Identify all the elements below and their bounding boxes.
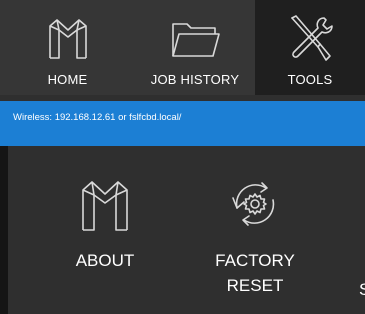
factory-reset-label-line1: FACTORY [215, 251, 295, 270]
nav-item-tools-label: TOOLS [287, 72, 333, 87]
nav-item-tools[interactable]: TOOLS [255, 0, 365, 95]
logo-icon [38, 12, 98, 62]
connection-status-bar: Wireless: 192.168.12.61 or fslfcbd.local… [0, 101, 365, 146]
panel-left-edge [0, 146, 8, 314]
app-window: HOME JOB HISTORY TOOLS Wireless: 192.168… [0, 0, 365, 314]
about-button[interactable]: ABOUT [40, 146, 170, 314]
factory-reset-button[interactable]: FACTORY RESET [190, 146, 320, 314]
nav-item-job-history-label: JOB HISTORY [150, 72, 240, 87]
nav-item-home-label: HOME [47, 72, 88, 87]
tools-panel: ABOUT FACTORY RESET [0, 146, 365, 314]
nav-item-home[interactable]: HOME [0, 0, 135, 95]
factory-reset-label: FACTORY RESET [190, 248, 320, 298]
logo-icon [70, 174, 140, 234]
top-nav: HOME JOB HISTORY TOOLS [0, 0, 365, 95]
folder-icon [165, 12, 225, 62]
factory-reset-label-line2: RESET [226, 276, 284, 295]
tools-icon [280, 12, 340, 62]
factory-reset-icon [220, 174, 290, 234]
nav-item-job-history[interactable]: JOB HISTORY [135, 0, 255, 95]
connection-status-text: Wireless: 192.168.12.61 or fslfcbd.local… [13, 112, 182, 123]
about-label: ABOUT [75, 251, 135, 270]
next-tile-label-partial[interactable]: S [359, 280, 365, 300]
